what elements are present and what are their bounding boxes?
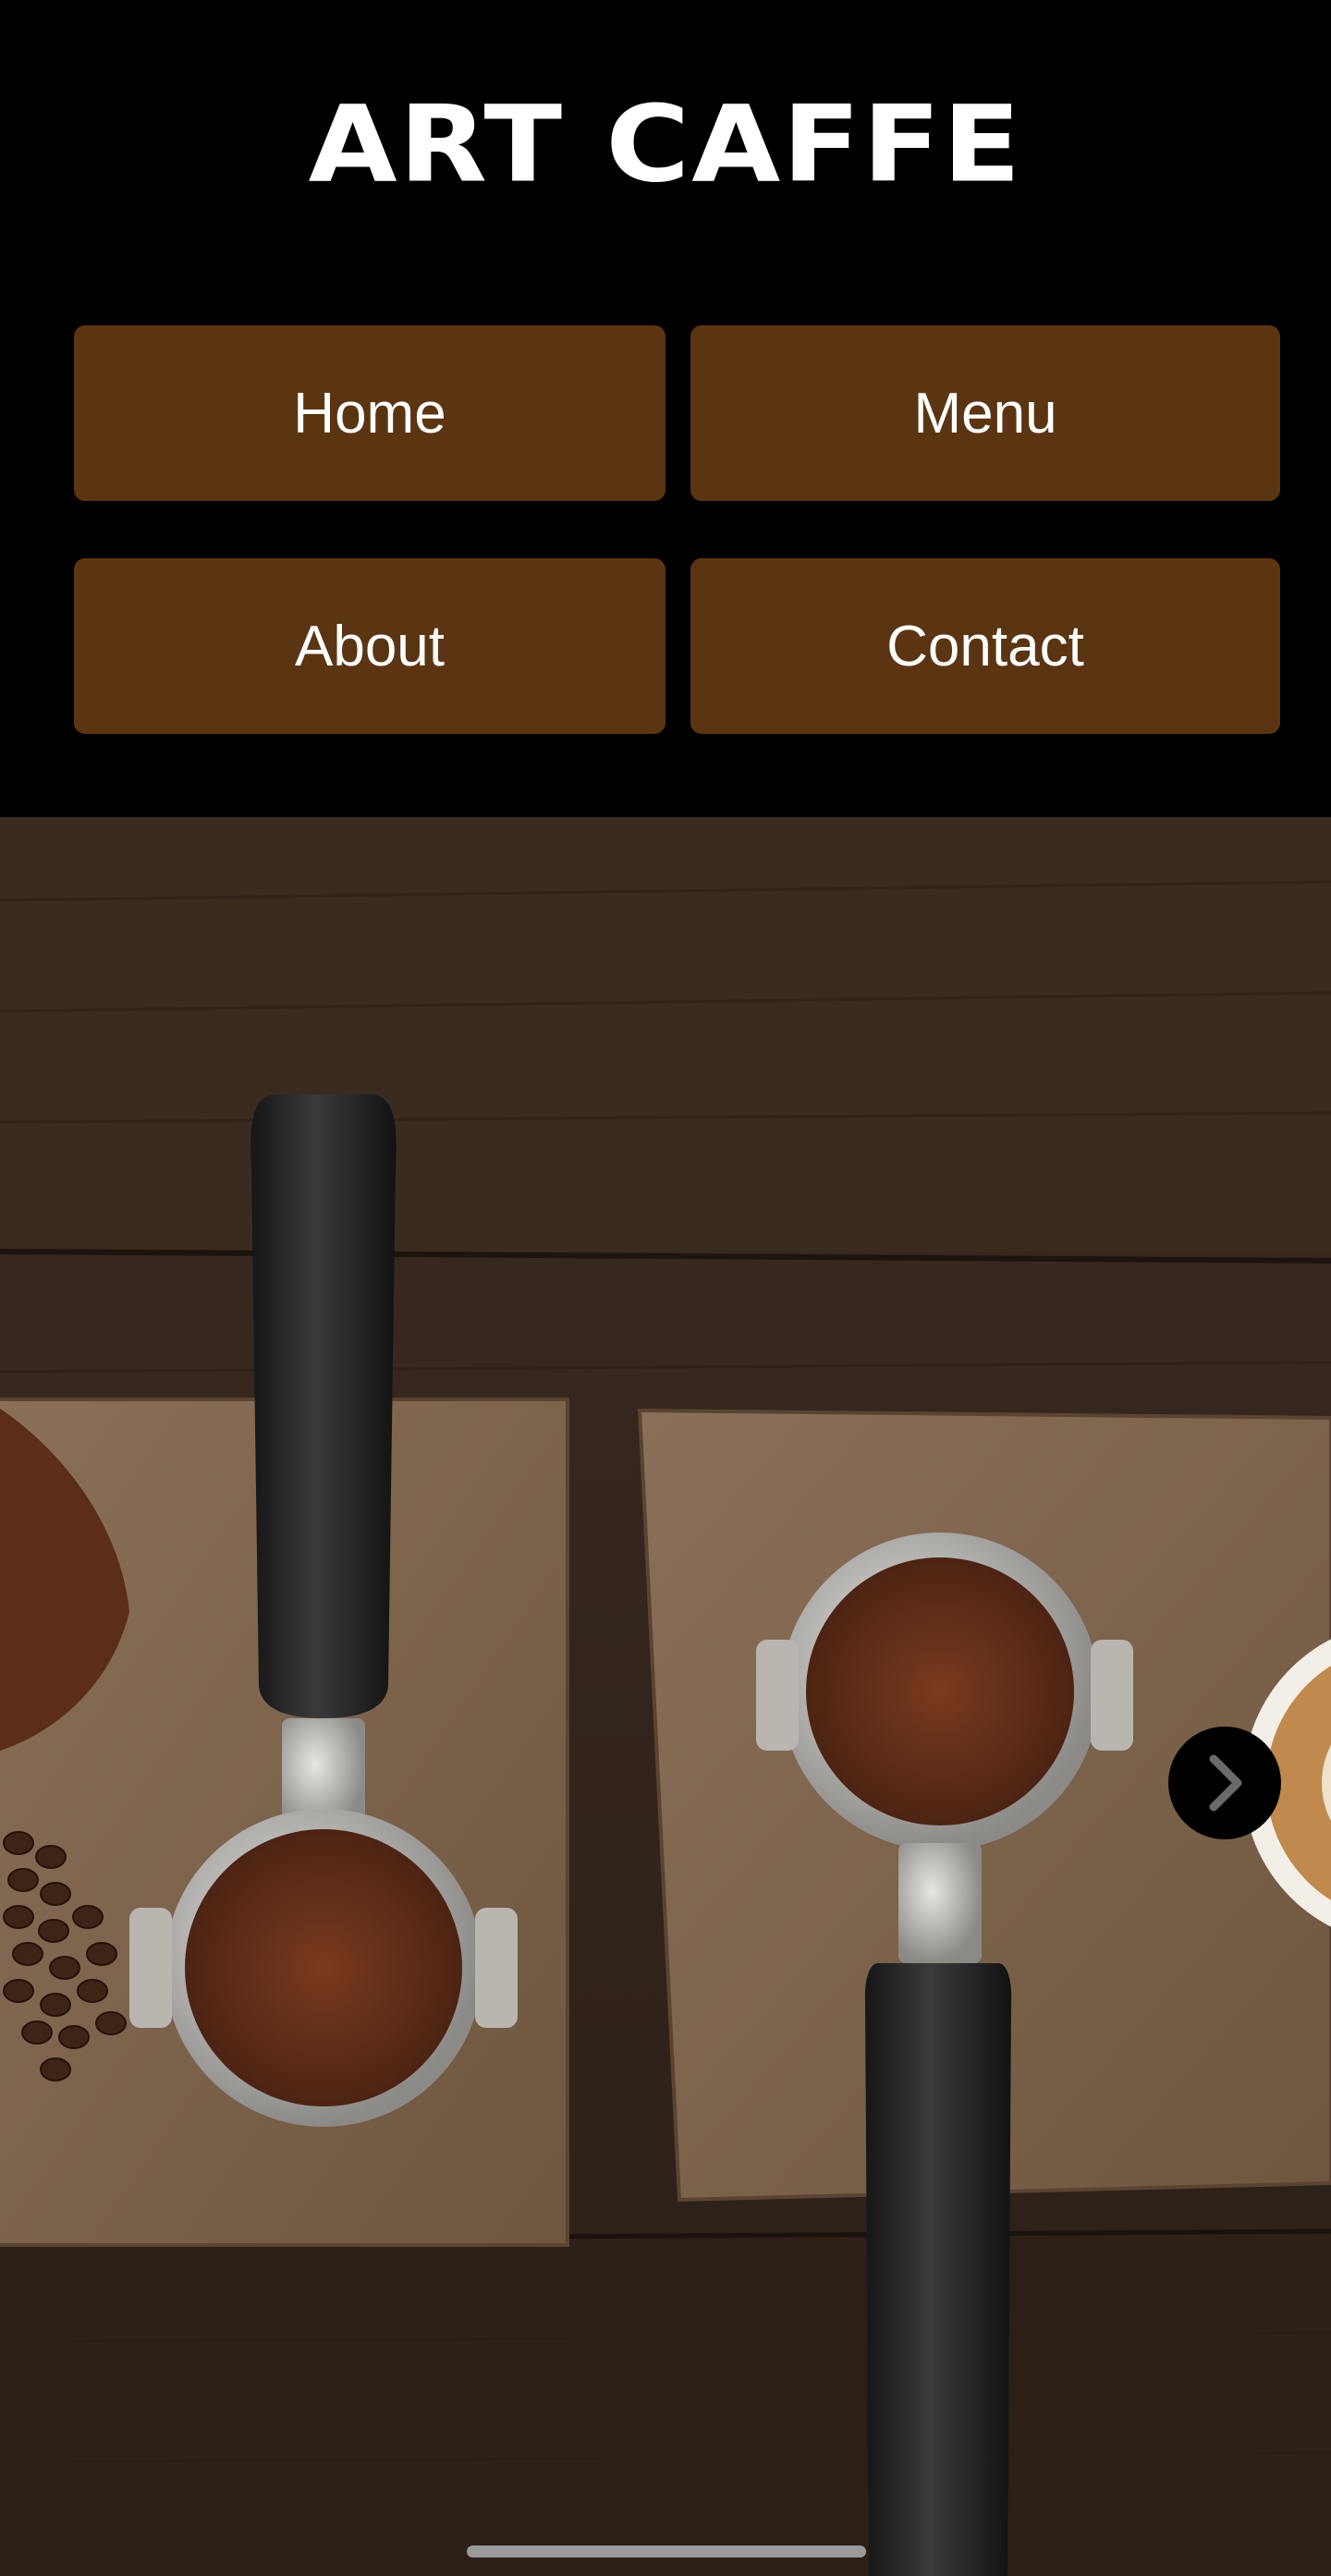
- site-logo[interactable]: ART CAFFE: [0, 90, 1331, 201]
- chevron-right-icon: [1209, 1754, 1242, 1812]
- coffee-portafilters-image: [0, 817, 1331, 2576]
- nav-menu-button[interactable]: Menu: [690, 325, 1280, 501]
- hero-slider-image: [0, 817, 1331, 2576]
- nav-about-button[interactable]: About: [74, 558, 666, 734]
- nav-home-button[interactable]: Home: [74, 325, 666, 501]
- home-indicator-bar: [467, 2545, 866, 2558]
- site-header: ART CAFFE Home Menu About Contact: [0, 0, 1331, 817]
- slider-next-button[interactable]: [1168, 1727, 1281, 1839]
- nav-contact-button[interactable]: Contact: [690, 558, 1280, 734]
